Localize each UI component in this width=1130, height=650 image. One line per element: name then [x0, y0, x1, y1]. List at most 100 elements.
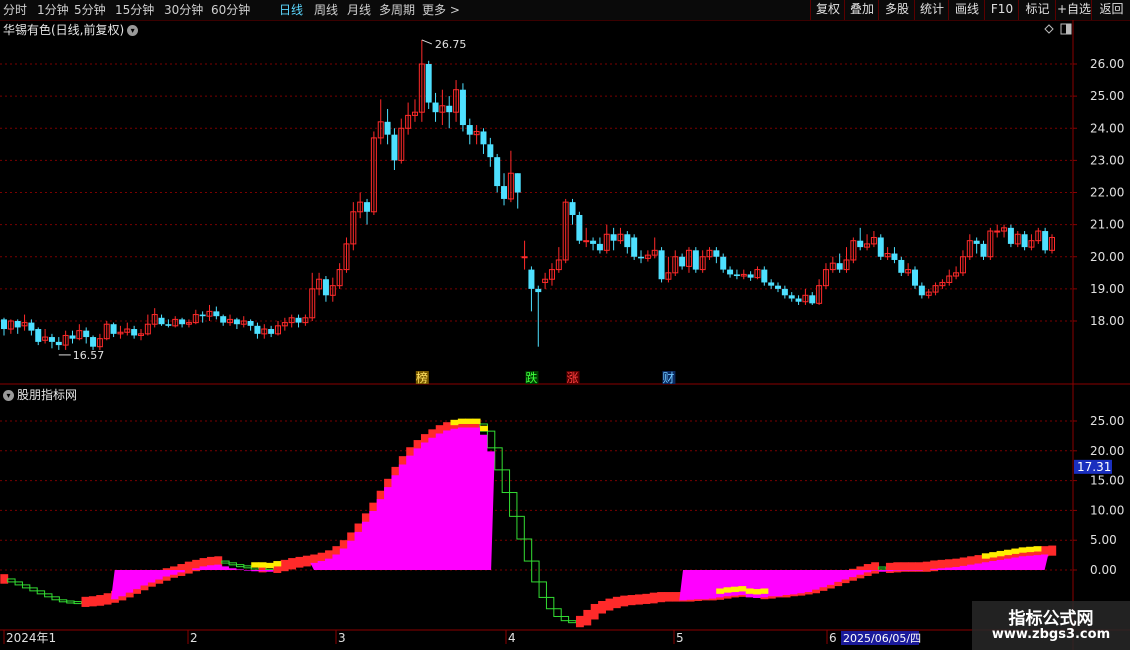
indicator-step: [302, 555, 311, 567]
indicator-step: [885, 562, 894, 573]
indicator-step: [7, 578, 16, 583]
period-tab-6[interactable]: 日线: [279, 1, 303, 19]
indicator-step: [538, 581, 547, 598]
x-tick-label: 3: [338, 631, 346, 645]
indicator-highlight: [1004, 549, 1012, 556]
toolbar-action-5[interactable]: F10: [984, 0, 1019, 20]
period-tab-3[interactable]: 15分钟: [115, 1, 154, 19]
candle-body: [247, 321, 254, 326]
diamond-icon[interactable]: [1044, 24, 1054, 34]
candle-body: [501, 186, 508, 199]
candle-body: [391, 134, 398, 161]
indicator-step: [73, 601, 82, 605]
indicator-step: [620, 595, 629, 607]
indicator-step: [664, 592, 673, 602]
indicator-step: [235, 564, 245, 568]
indicator-step: [66, 600, 75, 604]
indicator-highlight: [760, 588, 769, 594]
event-marker: 涨: [567, 370, 579, 385]
indicator-step: [642, 593, 651, 604]
toolbar-action-6[interactable]: 标记: [1018, 0, 1056, 20]
toolbar-action-0[interactable]: 复权: [810, 0, 845, 20]
indicator-highlight: [989, 552, 998, 558]
period-toolbar: 分时 1分钟 5分钟 15分钟 30分钟 60分钟 日线 周线 月线 多周期 更多 > 复权 叠加 多股统…: [0, 0, 1130, 21]
candle-body: [514, 173, 521, 193]
indicator-step: [51, 596, 60, 601]
high-label: 26.75: [435, 38, 467, 51]
high-arrow: [421, 39, 433, 45]
indicator-step: [893, 562, 902, 573]
candle-body: [720, 256, 727, 270]
candle-body: [494, 157, 501, 187]
y-tick-label: 20.00: [1090, 250, 1124, 264]
chart-canvas[interactable]: 26.0025.0024.0023.0022.0021.0020.0019.00…: [0, 20, 1130, 650]
candle-body: [768, 282, 775, 286]
indicator-highlight: [1026, 546, 1035, 553]
indicator-step: [627, 595, 636, 606]
candle-body: [898, 259, 905, 273]
toolbar-action-1[interactable]: 叠加: [844, 0, 879, 20]
period-tab-7[interactable]: 周线: [314, 1, 338, 19]
candle-body: [994, 230, 1001, 233]
indicator-step: [612, 596, 621, 609]
period-tab-8[interactable]: 月线: [347, 1, 371, 19]
candle-body: [521, 256, 528, 259]
toolbar-action-3[interactable]: 统计: [914, 0, 949, 20]
period-tab-1[interactable]: 1分钟: [37, 1, 69, 19]
candle-body: [713, 250, 720, 257]
candle-body: [1007, 227, 1014, 244]
indicator-step: [88, 596, 97, 607]
period-tab-2[interactable]: 5分钟: [74, 1, 106, 19]
candle-body: [83, 330, 90, 338]
toolbar-action-8[interactable]: 返回: [1091, 0, 1130, 20]
indicator-step: [590, 603, 599, 620]
indicator-step: [871, 562, 880, 574]
toolbar-action-2[interactable]: 多股: [878, 0, 915, 20]
toolbar-action-4[interactable]: 画线: [948, 0, 985, 20]
event-marker: 财: [662, 371, 674, 385]
candle-body: [254, 325, 261, 334]
candle-body: [535, 288, 542, 293]
indicator-step: [288, 558, 297, 570]
candle-body: [48, 337, 55, 342]
period-tab-4[interactable]: 30分钟: [164, 1, 203, 19]
candle-body: [576, 214, 583, 241]
candle-body: [973, 240, 980, 244]
candle-body: [727, 269, 734, 275]
period-tab-5[interactable]: 60分钟: [211, 1, 250, 19]
x-tick-label: 2: [190, 631, 198, 645]
x-tick-label: 5: [676, 631, 684, 645]
indicator-step: [598, 600, 606, 614]
y-tick-label: 21.00: [1090, 218, 1124, 232]
candle-body: [90, 337, 97, 347]
period-tab-10[interactable]: 更多 >: [422, 1, 460, 19]
x-tick-label: 6: [829, 631, 837, 645]
period-tab-9[interactable]: 多周期: [379, 1, 415, 19]
candle-body: [610, 234, 617, 241]
candle-body: [384, 121, 391, 135]
indicator-step: [58, 599, 68, 603]
candle-body: [322, 279, 329, 296]
indicator-highlight: [753, 589, 761, 595]
indicator-step: [228, 562, 237, 566]
y-tick-label: 10.00: [1090, 503, 1124, 517]
candle-body: [624, 234, 631, 248]
indicator-step: [635, 594, 643, 605]
indicator-highlight: [730, 586, 739, 593]
toolbar-action-7[interactable]: +自选: [1055, 0, 1092, 20]
candle-body: [692, 250, 699, 270]
candle-body: [179, 319, 186, 325]
y-tick-label: 0.00: [1090, 563, 1117, 577]
indicator-highlight: [450, 419, 459, 426]
watermark: 指标公式网 www.zbgs3.com: [972, 601, 1130, 650]
candle-body: [55, 341, 62, 346]
candle-body: [432, 102, 439, 113]
indicator-step: [922, 561, 931, 572]
indicator-highlight: [723, 587, 732, 593]
indicator-step: [583, 609, 592, 626]
candle-body: [788, 295, 795, 299]
period-tab-0[interactable]: 分时: [3, 1, 27, 19]
candle-body: [596, 243, 603, 251]
indicator-step: [649, 592, 658, 604]
indicator-step: [221, 560, 230, 564]
